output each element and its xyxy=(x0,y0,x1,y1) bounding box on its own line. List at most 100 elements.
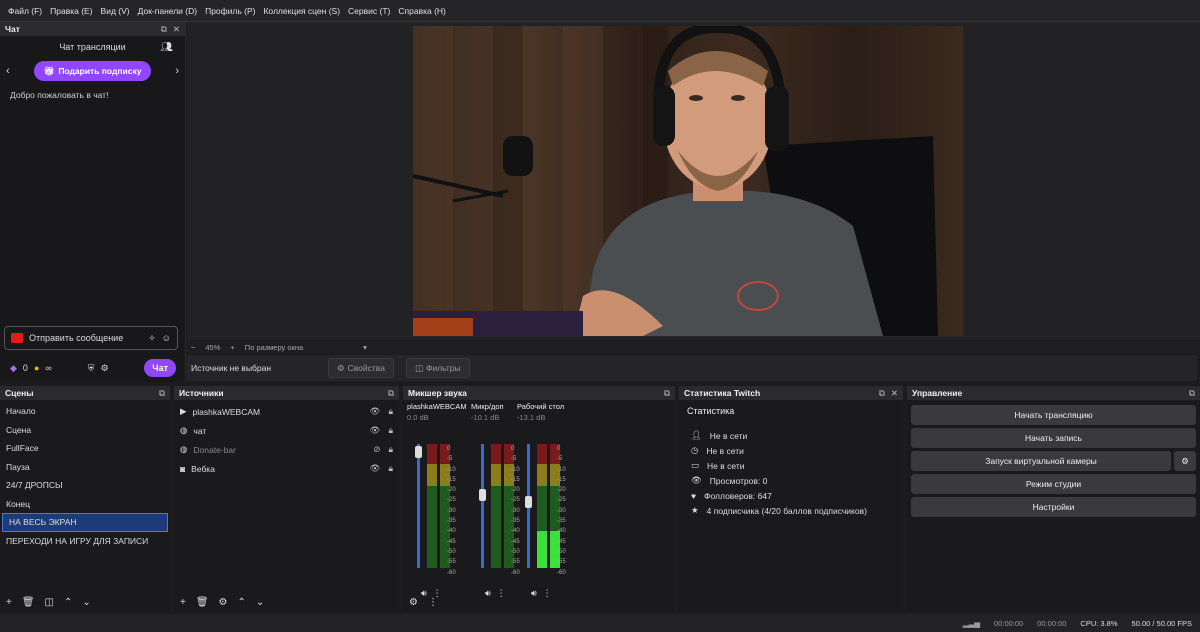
close-icon[interactable]: ✕ xyxy=(891,388,898,399)
chevron-down-icon[interactable]: ⌄ xyxy=(82,597,90,608)
menu-edit[interactable]: Правка (E) xyxy=(46,6,96,16)
chevron-up-icon[interactable]: ⌃ xyxy=(238,597,246,608)
float-icon[interactable]: ⧉ xyxy=(664,388,670,399)
volume-fader[interactable] xyxy=(479,444,486,568)
gift-sub-button[interactable]: 🎁︎ Подарить подписку xyxy=(33,61,152,81)
channel-db: -13.1 dB xyxy=(517,413,546,422)
menu-docks[interactable]: Док-панели (D) xyxy=(134,6,201,16)
chat-input[interactable]: Отправить сообщение ✧ ☺ xyxy=(4,326,178,350)
scene-item[interactable]: Сцена xyxy=(0,421,170,440)
virtual-cam-row: Запуск виртуальной камеры ⚙ xyxy=(911,451,1196,471)
mixer-channel: Рабочий стол -13.1 dB xyxy=(517,402,569,422)
virtual-camera-settings-icon[interactable]: ⚙ xyxy=(1174,451,1196,471)
fader-knob[interactable] xyxy=(415,446,422,459)
users-icon[interactable]: 👥︎ xyxy=(160,42,173,53)
chat-send-button[interactable]: Чат xyxy=(144,359,176,377)
source-item[interactable]: ◙ Вебка 👁︎ 🔒︎ xyxy=(174,459,399,478)
trash-icon[interactable]: 🗑︎ xyxy=(22,597,35,608)
scene-item[interactable]: FullFace xyxy=(0,439,170,458)
zoom-fit-select[interactable]: По размеру окна xyxy=(245,343,303,352)
start-record-button[interactable]: Начать запись xyxy=(911,428,1196,448)
twitch-body: Статистика 👤︎ Не в сети ◷ Не в сети ▭ Не в се… xyxy=(679,400,903,612)
bits-icon[interactable]: ✧ xyxy=(148,333,156,344)
filters-button[interactable]: ◫ Фильтры xyxy=(405,358,470,378)
float-icon[interactable]: ⧉ xyxy=(159,388,165,399)
menu-tools[interactable]: Сервис (T) xyxy=(344,6,394,16)
lock-icon[interactable]: 🔒︎ xyxy=(388,425,393,436)
trash-icon[interactable]: 🗑︎ xyxy=(196,597,209,608)
float-icon[interactable]: ⧉ xyxy=(388,388,394,399)
eye-off-icon[interactable]: ⊘ xyxy=(373,444,380,455)
chevron-left-icon[interactable]: ‹ xyxy=(6,65,10,77)
lock-icon[interactable]: 🔒︎ xyxy=(388,444,393,455)
gear-icon[interactable]: ⚙ xyxy=(219,597,228,608)
emoji-icon[interactable]: ☺ xyxy=(162,333,171,343)
chevron-down-icon[interactable]: ▾ xyxy=(363,343,367,352)
channel-db: -10.1 dB xyxy=(471,413,500,422)
db-tick: -25 xyxy=(557,497,566,504)
start-stream-button[interactable]: Начать трансляцию xyxy=(911,405,1196,425)
fader-knob[interactable] xyxy=(525,495,532,508)
stream-time: 00:00:00 xyxy=(994,618,1024,628)
webcam-scene-svg xyxy=(413,26,938,336)
controls-body: Начать трансляцию Начать запись Запуск в… xyxy=(907,400,1200,612)
chevron-up-icon[interactable]: ⌃ xyxy=(64,597,72,608)
volume-fader[interactable] xyxy=(525,444,532,568)
no-source-label: Источник не выбран xyxy=(191,363,272,373)
more-icon[interactable]: ⋮ xyxy=(428,597,438,608)
gift-row: ‹ 🎁︎ Подарить подписку › xyxy=(0,58,185,84)
settings-button[interactable]: Настройки xyxy=(911,497,1196,517)
advanced-audio-icon[interactable]: ⚙ xyxy=(409,597,418,608)
volume-fader[interactable] xyxy=(415,444,422,568)
add-icon[interactable]: + xyxy=(6,597,12,608)
menu-scene-collection[interactable]: Коллекция сцен (S) xyxy=(259,6,344,16)
chevron-right-icon[interactable]: › xyxy=(175,65,179,77)
float-icon[interactable]: ⧉ xyxy=(879,388,885,399)
webcam-preview-image xyxy=(413,26,963,336)
mixer-body: plashkaWEBCAM 0.0 dB 0 -5 -10 -15 -20 -25 -30 -35… xyxy=(403,400,675,612)
source-item[interactable]: ◍ чат 👁︎ 🔒︎ xyxy=(174,421,399,440)
bits-balance: 0 xyxy=(22,363,28,373)
menu-help[interactable]: Справка (H) xyxy=(394,6,450,16)
source-item[interactable]: ◍ Donate-bar ⊘ 🔒︎ xyxy=(174,440,399,459)
gear-icon[interactable]: ⚙ xyxy=(101,363,109,374)
source-item[interactable]: ▶ plashkaWEBCAM 👁︎ 🔒︎ xyxy=(174,402,399,421)
db-scale: 0 -5 -10 -15 -20 -25 -30 -35 -40 -45 -50 -55 -60 xyxy=(447,444,456,578)
chevron-down-icon[interactable]: ⌄ xyxy=(256,597,264,608)
float-icon[interactable]: ⧉ xyxy=(161,24,167,35)
filter-icon[interactable]: ◫ xyxy=(45,597,54,608)
studio-mode-button[interactable]: Режим студии xyxy=(911,474,1196,494)
eye-icon[interactable]: 👁︎ xyxy=(370,406,381,417)
add-icon[interactable]: + xyxy=(180,597,186,608)
heart-icon: ♥ xyxy=(691,490,697,501)
virtual-camera-button[interactable]: Запуск виртуальной камеры xyxy=(911,451,1171,471)
scene-item[interactable]: НА ВЕСЬ ЭКРАН xyxy=(2,513,168,532)
eye-icon[interactable]: 👁︎ xyxy=(370,463,381,474)
scene-item[interactable]: Начало xyxy=(0,402,170,421)
float-icon[interactable]: ⧉ xyxy=(1189,388,1195,399)
zoom-out-icon[interactable]: − xyxy=(191,343,195,352)
menu-profile[interactable]: Профиль (P) xyxy=(201,6,259,16)
scene-item[interactable]: ПЕРЕХОДИ НА ИГРУ ДЛЯ ЗАПИСИ xyxy=(0,532,170,551)
properties-button[interactable]: ⚙ Свойства xyxy=(328,358,394,378)
mixer-dock-header: Микшер звука ⧉ xyxy=(403,386,675,400)
eye-icon[interactable]: 👁︎ xyxy=(370,425,381,436)
db-tick: -45 xyxy=(511,538,520,545)
scene-item[interactable]: Конец xyxy=(0,495,170,514)
menu-view[interactable]: Вид (V) xyxy=(97,6,134,16)
db-tick: 0 xyxy=(557,446,561,452)
close-icon[interactable]: ✕ xyxy=(173,24,180,35)
shield-icon[interactable]: ⛨ xyxy=(88,363,95,374)
db-tick: -50 xyxy=(511,548,520,555)
lock-icon[interactable]: 🔒︎ xyxy=(388,463,393,474)
fader-knob[interactable] xyxy=(479,488,486,501)
lock-icon[interactable]: 🔒︎ xyxy=(388,406,393,417)
source-toolbar: Источник не выбран ⚙ Свойства ◫ Фильтры xyxy=(187,355,1197,381)
scene-item[interactable]: Пауза xyxy=(0,458,170,477)
zoom-in-icon[interactable]: + xyxy=(230,343,234,352)
chat-input-placeholder: Отправить сообщение xyxy=(29,333,124,343)
scene-item[interactable]: 24/7 ДРОПСЫ xyxy=(0,476,170,495)
source-name: Donate-bar xyxy=(193,444,236,455)
menu-file[interactable]: Файл (F) xyxy=(4,6,46,16)
sources-dock-header: Источники ⧉ xyxy=(174,386,399,400)
